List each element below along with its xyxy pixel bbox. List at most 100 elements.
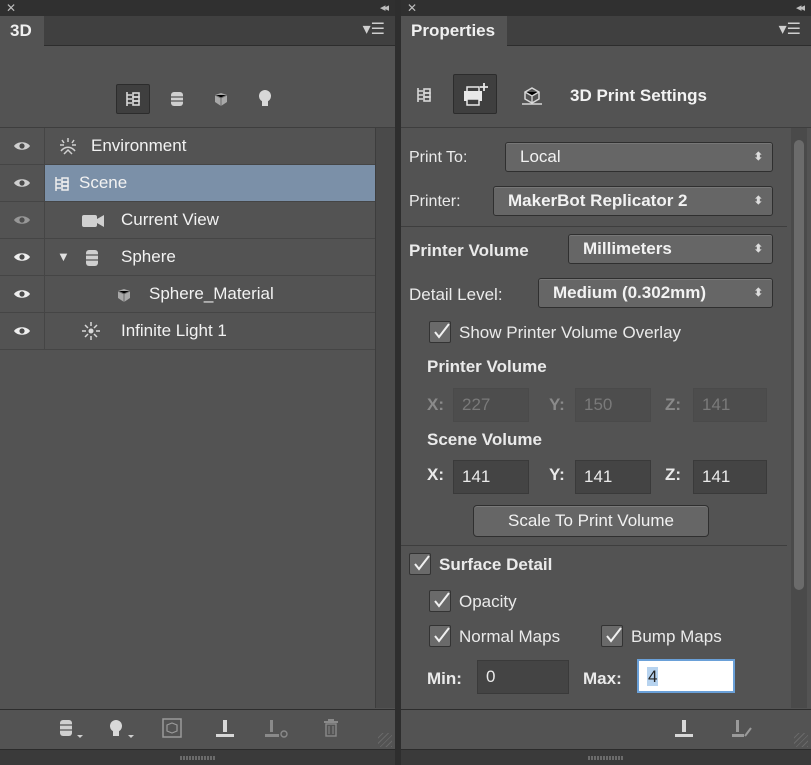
show-overlay-checkbox[interactable] (429, 321, 451, 343)
scale-to-print-volume-button[interactable]: Scale To Print Volume (473, 505, 709, 537)
layer-sphere[interactable]: ▼ Sphere (0, 239, 395, 276)
print-to-dropdown[interactable]: Local ⬍ (505, 142, 773, 172)
eye-icon (14, 179, 30, 187)
resize-grip-icon[interactable] (378, 733, 392, 747)
panel-header-bar: ✕ ◂◂ (0, 0, 395, 16)
divider (401, 545, 787, 546)
layer-list: Environment Scene Current View ▼ Sphere … (0, 128, 395, 350)
scene-icon (55, 177, 69, 191)
visibility-toggle[interactable] (0, 239, 45, 275)
panel-header-bar: ✕ ◂◂ (401, 0, 811, 16)
3d-print-icon (522, 87, 542, 105)
properties-panel: ✕ ◂◂ Properties ▾☰ 3D Print Settings Pri… (401, 0, 811, 765)
expand-triangle-icon[interactable]: ▼ (57, 239, 70, 275)
layer-list-scrollbar[interactable] (375, 128, 395, 708)
layer-current-view[interactable]: Current View (0, 202, 395, 239)
3d-panel: ✕ ◂◂ 3D ▾☰ Environment Scene Current Vie… (0, 0, 395, 765)
close-panel-icon[interactable]: ✕ (407, 0, 417, 16)
add-mesh-button[interactable] (58, 718, 84, 745)
detail-level-label: Detail Level: (409, 285, 503, 304)
whole-scene-filter-button[interactable] (116, 84, 150, 114)
collapse-panel-icon[interactable]: ◂◂ (796, 0, 805, 16)
split-icon (265, 720, 288, 738)
opacity-label: Opacity (459, 592, 517, 611)
layer-label: Sphere_Material (149, 284, 274, 303)
properties-scrollbar[interactable] (791, 128, 807, 708)
panel-drag-handle[interactable] (401, 749, 811, 765)
bump-maps-checkbox[interactable] (601, 625, 623, 647)
scene-volume-y-field[interactable]: 141 (575, 460, 651, 494)
close-panel-icon[interactable]: ✕ (6, 0, 16, 16)
printer-volume-x-field: 227 (453, 388, 529, 422)
print-to-label: Print To: (409, 149, 468, 166)
scene-volume-x-field[interactable]: 141 (453, 460, 529, 494)
max-label: Max: (583, 669, 622, 688)
resize-grip-icon[interactable] (794, 733, 808, 747)
printer-dropdown[interactable]: MakerBot Replicator 2 ⬍ (493, 186, 773, 216)
delete-button[interactable] (322, 718, 340, 743)
materials-filter-button[interactable] (204, 84, 238, 114)
min-field[interactable]: 0 (477, 660, 569, 694)
light-icon (82, 322, 100, 340)
chevron-updown-icon: ⬍ (753, 195, 763, 207)
scene-properties-button[interactable] (415, 86, 433, 109)
printer-volume-z-field: 141 (693, 388, 767, 422)
layer-label: Scene (79, 173, 128, 192)
axis-z-label: Z: (665, 465, 682, 484)
layer-environment[interactable]: Environment (0, 128, 395, 165)
axis-y-label: Y: (549, 395, 565, 414)
environment-icon (60, 138, 76, 155)
printer-label: Printer: (409, 193, 461, 210)
visibility-toggle[interactable] (0, 165, 45, 201)
drop-to-ground-button[interactable] (673, 718, 695, 745)
tab-properties[interactable]: Properties (401, 16, 508, 47)
layer-label: Current View (121, 210, 219, 229)
divider (401, 226, 787, 227)
axis-x-label: X: (427, 395, 444, 414)
properties-toolbar: 3D Print Settings (401, 46, 811, 128)
tab-3d[interactable]: 3D (0, 16, 44, 47)
mesh-icon (86, 250, 98, 266)
checkmark-icon (434, 323, 450, 339)
normal-maps-label: Normal Maps (459, 627, 561, 646)
layer-scene[interactable]: Scene (0, 165, 395, 202)
max-field[interactable]: 4 (637, 659, 735, 693)
printer-volume-heading: Printer Volume (427, 357, 547, 376)
meshes-filter-button[interactable] (160, 84, 194, 114)
scene-volume-z-field[interactable]: 141 (693, 460, 767, 494)
surface-detail-checkbox[interactable] (409, 553, 431, 575)
panel-menu-icon[interactable]: ▾☰ (363, 22, 385, 38)
repair-button[interactable] (731, 718, 753, 745)
drop-to-ground-button[interactable] (214, 718, 236, 745)
chevron-updown-icon: ⬍ (753, 287, 763, 299)
units-dropdown[interactable]: Millimeters ⬍ (568, 234, 773, 264)
eye-icon (14, 216, 30, 224)
surface-detail-label: Surface Detail (439, 555, 553, 574)
lights-filter-button[interactable] (248, 84, 282, 114)
layer-sphere-material[interactable]: Sphere_Material (0, 276, 395, 313)
detail-level-value: Medium (0.302mm) (553, 283, 707, 302)
layer-infinite-light[interactable]: Infinite Light 1 (0, 313, 395, 350)
printer-icon (464, 83, 488, 106)
add-light-button[interactable] (108, 718, 136, 745)
visibility-toggle[interactable] (0, 202, 45, 238)
visibility-toggle[interactable] (0, 313, 45, 349)
opacity-checkbox[interactable] (429, 590, 451, 612)
normal-maps-checkbox[interactable] (429, 625, 451, 647)
visibility-toggle[interactable] (0, 276, 45, 312)
split-extrusion-button[interactable] (264, 718, 290, 745)
print-settings-button[interactable] (453, 74, 497, 114)
wrench-icon (732, 720, 752, 737)
scene-tree-icon (126, 92, 140, 106)
checkmark-icon (606, 627, 622, 643)
visibility-toggle[interactable] (0, 128, 45, 164)
checkmark-icon (434, 627, 450, 643)
detail-level-dropdown[interactable]: Medium (0.302mm) ⬍ (538, 278, 773, 308)
3d-print-icon-button[interactable] (521, 86, 543, 111)
collapse-panel-icon[interactable]: ◂◂ (380, 0, 389, 16)
panel-menu-icon[interactable]: ▾☰ (779, 22, 801, 38)
scrollbar-thumb[interactable] (794, 140, 804, 590)
render-button[interactable] (162, 718, 182, 743)
tab-bar: Properties ▾☰ (401, 16, 811, 47)
panel-drag-handle[interactable] (0, 749, 395, 765)
